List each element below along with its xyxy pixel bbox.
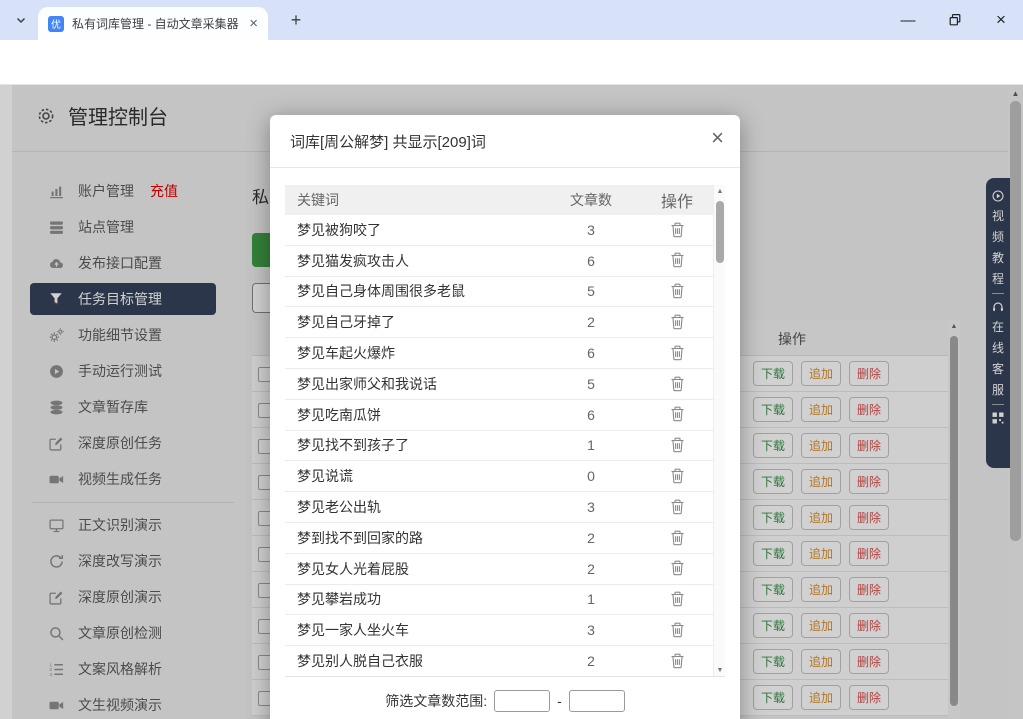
filter-row: 筛选文章数范围: - <box>270 690 740 712</box>
keyword-cell: 梦见找不到孩子了 <box>285 435 541 455</box>
dict-words-modal: 词库[周公解梦] 共显示[209]词 × 关键词 文章数 操作 梦见被狗咬了 3… <box>270 115 740 719</box>
keyword-row: 梦到找不到回家的路 2 <box>285 523 713 554</box>
modal-scrollbar-thumb[interactable] <box>716 201 724 263</box>
count-cell: 6 <box>541 253 641 269</box>
keyword-row: 梦见自己牙掉了 2 <box>285 307 713 338</box>
modal-header: 词库[周公解梦] 共显示[209]词 <box>270 115 740 168</box>
trash-icon[interactable] <box>670 653 685 669</box>
tab-close-icon[interactable]: × <box>249 16 258 31</box>
count-cell: 6 <box>541 407 641 423</box>
trash-icon[interactable] <box>670 345 685 361</box>
keyword-cell: 梦见别人脱自己衣服 <box>285 651 541 671</box>
trash-icon[interactable] <box>670 437 685 453</box>
column-keyword: 关键词 <box>285 190 541 210</box>
filter-label: 筛选文章数范围: <box>385 691 487 711</box>
trash-icon[interactable] <box>670 406 685 422</box>
trash-icon[interactable] <box>670 530 685 546</box>
keyword-row: 梦见攀岩成功 1 <box>285 585 713 616</box>
window-restore-button[interactable] <box>932 0 978 40</box>
trash-icon[interactable] <box>670 468 685 484</box>
keyword-cell: 梦见被狗咬了 <box>285 220 541 240</box>
count-cell: 2 <box>541 561 641 577</box>
keyword-cell: 梦见一家人坐火车 <box>285 620 541 640</box>
trash-icon[interactable] <box>670 560 685 576</box>
browser-tab[interactable]: 优 私有词库管理 - 自动文章采集器 × <box>38 7 268 40</box>
count-cell: 6 <box>541 345 641 361</box>
count-cell: 5 <box>541 376 641 392</box>
keyword-row: 梦见吃南瓜饼 6 <box>285 400 713 431</box>
keyword-cell: 梦到找不到回家的路 <box>285 528 541 548</box>
window-close-button[interactable]: × <box>978 0 1023 40</box>
count-cell: 2 <box>541 314 641 330</box>
column-count: 文章数 <box>541 190 641 210</box>
count-cell: 3 <box>541 622 641 638</box>
table-header-row: 关键词 文章数 操作 <box>285 185 713 215</box>
modal-close-icon[interactable]: × <box>711 127 724 149</box>
trash-icon[interactable] <box>670 591 685 607</box>
keyword-table: 关键词 文章数 操作 梦见被狗咬了 3 梦见猫发疯攻击人 6 梦见自己身体周围很… <box>285 185 725 677</box>
browser-toolbar: ← → ucaiyun.com/caiji/private_dict/?doma… <box>0 40 1023 85</box>
keyword-row: 梦见说谎 0 <box>285 461 713 492</box>
count-cell: 2 <box>541 653 641 669</box>
keyword-cell: 梦见说谎 <box>285 466 541 486</box>
trash-icon[interactable] <box>670 622 685 638</box>
scroll-down-icon[interactable]: ▼ <box>714 667 725 674</box>
trash-icon[interactable] <box>670 499 685 515</box>
keyword-row: 梦见车起火爆炸 6 <box>285 338 713 369</box>
site-favicon: 优 <box>48 16 64 32</box>
count-cell: 5 <box>541 283 641 299</box>
filter-min-input[interactable] <box>494 690 550 712</box>
keyword-cell: 梦见自己身体周围很多老鼠 <box>285 281 541 301</box>
trash-icon[interactable] <box>670 314 685 330</box>
keyword-row: 梦见老公出轨 3 <box>285 492 713 523</box>
keyword-row: 梦见找不到孩子了 1 <box>285 431 713 462</box>
keyword-row: 梦见被狗咬了 3 <box>285 215 713 246</box>
modal-scrollbar[interactable]: ▲ ▼ <box>713 185 725 677</box>
trash-icon[interactable] <box>670 283 685 299</box>
keyword-row: 梦见出家师父和我说话 5 <box>285 369 713 400</box>
count-cell: 3 <box>541 499 641 515</box>
count-cell: 3 <box>541 222 641 238</box>
keyword-cell: 梦见车起火爆炸 <box>285 343 541 363</box>
keyword-cell: 梦见出家师父和我说话 <box>285 374 541 394</box>
filter-max-input[interactable] <box>569 690 625 712</box>
column-operation: 操作 <box>641 188 713 212</box>
count-cell: 1 <box>541 437 641 453</box>
keyword-row: 梦见自己身体周围很多老鼠 5 <box>285 277 713 308</box>
keyword-cell: 梦见吃南瓜饼 <box>285 405 541 425</box>
web-page: 管理控制台 账户管理 充值 站点管理 发布接口配置 任务目标管理 功能细节设置 … <box>0 85 1023 719</box>
keyword-cell: 梦见女人光着屁股 <box>285 559 541 579</box>
keyword-row: 梦见猫发疯攻击人 6 <box>285 246 713 277</box>
tab-search-chevron-icon[interactable] <box>10 9 32 31</box>
range-separator: - <box>557 693 562 709</box>
table-body: 梦见被狗咬了 3 梦见猫发疯攻击人 6 梦见自己身体周围很多老鼠 5 梦见自己牙… <box>285 215 725 677</box>
keyword-row: 梦见一家人坐火车 3 <box>285 615 713 646</box>
keyword-cell: 梦见猫发疯攻击人 <box>285 251 541 271</box>
window-minimize-button[interactable]: — <box>885 0 931 40</box>
modal-title: 词库[周公解梦] 共显示[209]词 <box>290 131 486 152</box>
trash-icon[interactable] <box>670 222 685 238</box>
trash-icon[interactable] <box>670 376 685 392</box>
tab-title: 私有词库管理 - 自动文章采集器 <box>72 15 241 32</box>
browser-tab-strip: 优 私有词库管理 - 自动文章采集器 × + — × <box>0 0 1023 40</box>
trash-icon[interactable] <box>670 252 685 268</box>
keyword-cell: 梦见攀岩成功 <box>285 589 541 609</box>
new-tab-button[interactable]: + <box>284 8 308 32</box>
count-cell: 2 <box>541 530 641 546</box>
keyword-cell: 梦见老公出轨 <box>285 497 541 517</box>
keyword-row: 梦见别人脱自己衣服 2 <box>285 646 713 677</box>
keyword-row: 梦见女人光着屁股 2 <box>285 554 713 585</box>
count-cell: 1 <box>541 591 641 607</box>
count-cell: 0 <box>541 468 641 484</box>
scroll-up-icon[interactable]: ▲ <box>714 188 725 195</box>
keyword-cell: 梦见自己牙掉了 <box>285 312 541 332</box>
